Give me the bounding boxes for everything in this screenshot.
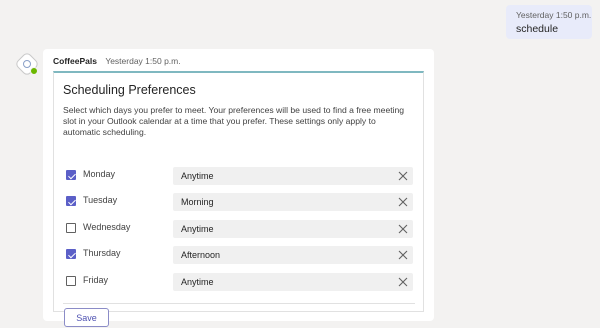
sent-message-timestamp: Yesterday 1:50 p.m. xyxy=(516,10,592,20)
day-label: Wednesday xyxy=(83,222,131,232)
select-value: Anytime xyxy=(181,224,214,234)
card-title: Scheduling Preferences xyxy=(63,83,196,97)
select-value: Morning xyxy=(181,197,214,207)
thursday-time-select[interactable]: Afternoon xyxy=(173,246,413,264)
friday-checkbox[interactable] xyxy=(66,276,76,286)
scheduling-preferences-card: Scheduling Preferences Select which days… xyxy=(53,71,424,327)
sent-message-bubble: Yesterday 1:50 p.m. schedule xyxy=(506,5,592,39)
card-divider xyxy=(63,303,415,304)
monday-checkbox[interactable] xyxy=(66,170,76,180)
bot-message-timestamp: Yesterday 1:50 p.m. xyxy=(105,56,181,66)
sent-message-text: schedule xyxy=(516,23,559,35)
day-row-tuesday: Tuesday Morning xyxy=(66,193,414,211)
day-row-monday: Monday Anytime xyxy=(66,167,414,185)
day-label: Tuesday xyxy=(83,195,118,205)
tuesday-checkbox[interactable] xyxy=(66,196,76,206)
close-icon[interactable] xyxy=(398,250,408,260)
tuesday-time-select[interactable]: Morning xyxy=(173,193,413,211)
close-icon[interactable] xyxy=(398,224,408,234)
close-icon[interactable] xyxy=(398,277,408,287)
bot-sender-name: CoffeePals xyxy=(53,56,97,66)
presence-status-icon xyxy=(30,67,38,75)
day-row-wednesday: Wednesday Anytime xyxy=(66,220,414,238)
friday-time-select[interactable]: Anytime xyxy=(173,273,413,291)
select-value: Anytime xyxy=(181,171,214,181)
bot-message: CoffeePals Yesterday 1:50 p.m. Schedulin… xyxy=(43,49,434,327)
close-icon[interactable] xyxy=(398,171,408,181)
monday-time-select[interactable]: Anytime xyxy=(173,167,413,185)
day-row-thursday: Thursday Afternoon xyxy=(66,246,414,264)
day-label: Friday xyxy=(83,275,109,285)
bot-avatar[interactable] xyxy=(14,51,40,77)
day-label: Thursday xyxy=(83,248,121,258)
card-description: Select which days you prefer to meet. Yo… xyxy=(63,105,405,138)
wednesday-time-select[interactable]: Anytime xyxy=(173,220,413,238)
day-row-friday: Friday Anytime xyxy=(66,273,414,291)
thursday-checkbox[interactable] xyxy=(66,249,76,259)
wednesday-checkbox[interactable] xyxy=(66,223,76,233)
bot-message-header: CoffeePals Yesterday 1:50 p.m. xyxy=(53,56,181,66)
day-label: Monday xyxy=(83,169,116,179)
select-value: Afternoon xyxy=(181,250,221,260)
select-value: Anytime xyxy=(181,277,214,287)
save-button[interactable]: Save xyxy=(64,308,109,327)
close-icon[interactable] xyxy=(398,197,408,207)
